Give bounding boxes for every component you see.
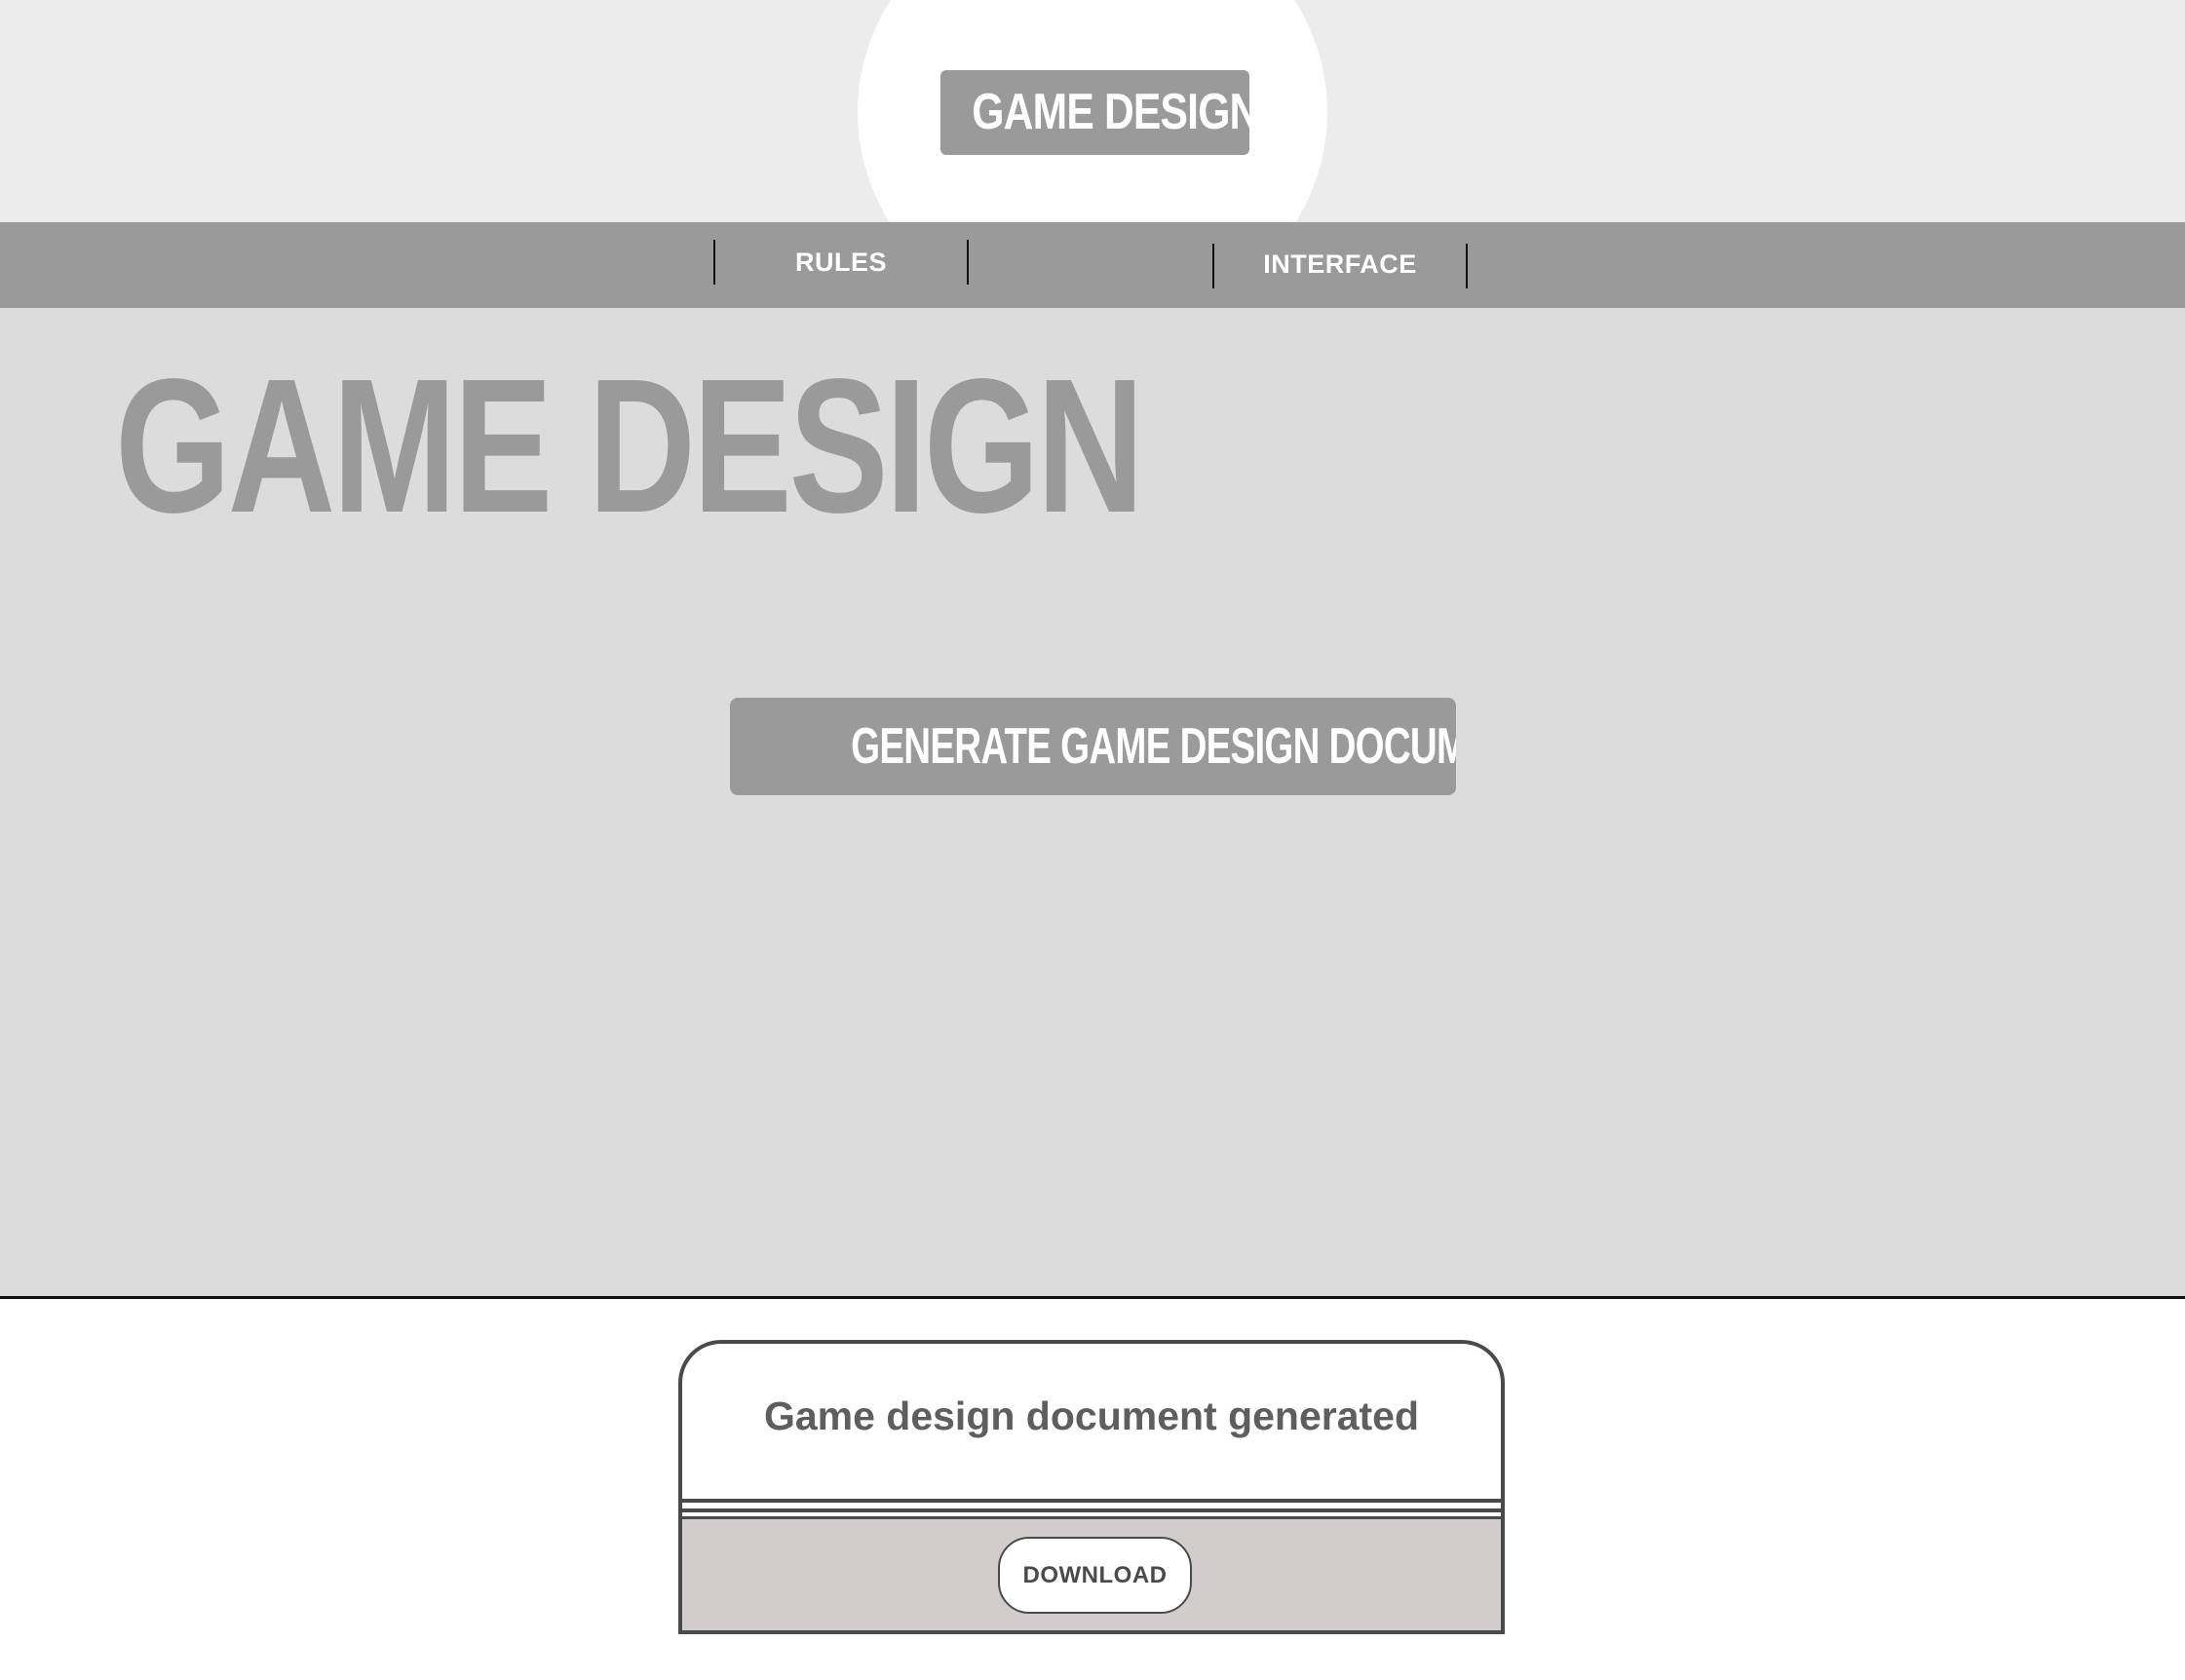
logo-text: GAME DESIGN: [972, 84, 1249, 140]
logo[interactable]: GAME DESIGN: [940, 70, 1249, 155]
nav-separator: [1466, 244, 1468, 288]
nav-item-blank[interactable]: [969, 248, 1212, 283]
dialog-divider: [682, 1508, 1501, 1512]
nav-bar: RULES INTERFACE: [0, 222, 2185, 308]
dialog-divider: [682, 1499, 1501, 1503]
dialog-footer: DOWNLOAD: [682, 1519, 1501, 1630]
nav-item-rules[interactable]: RULES: [715, 248, 967, 283]
download-button[interactable]: DOWNLOAD: [998, 1537, 1192, 1614]
generate-document-button[interactable]: GENERATE GAME DESIGN DOCUMENT: [730, 698, 1456, 795]
header: GAME DESIGN: [0, 0, 2185, 222]
main-content: GAME DESIGN GENERATE GAME DESIGN DOCUMEN…: [0, 308, 2185, 1296]
notification-dialog: Game design document generated DOWNLOAD: [678, 1340, 1505, 1634]
generate-button-label: GENERATE GAME DESIGN DOCUMENT: [851, 718, 1456, 775]
page-title: GAME DESIGN: [115, 339, 1144, 553]
dialog-message: Game design document generated: [763, 1394, 1420, 1438]
section-divider: [0, 1296, 2185, 1299]
nav-item-interface[interactable]: INTERFACE: [1214, 249, 1466, 285]
